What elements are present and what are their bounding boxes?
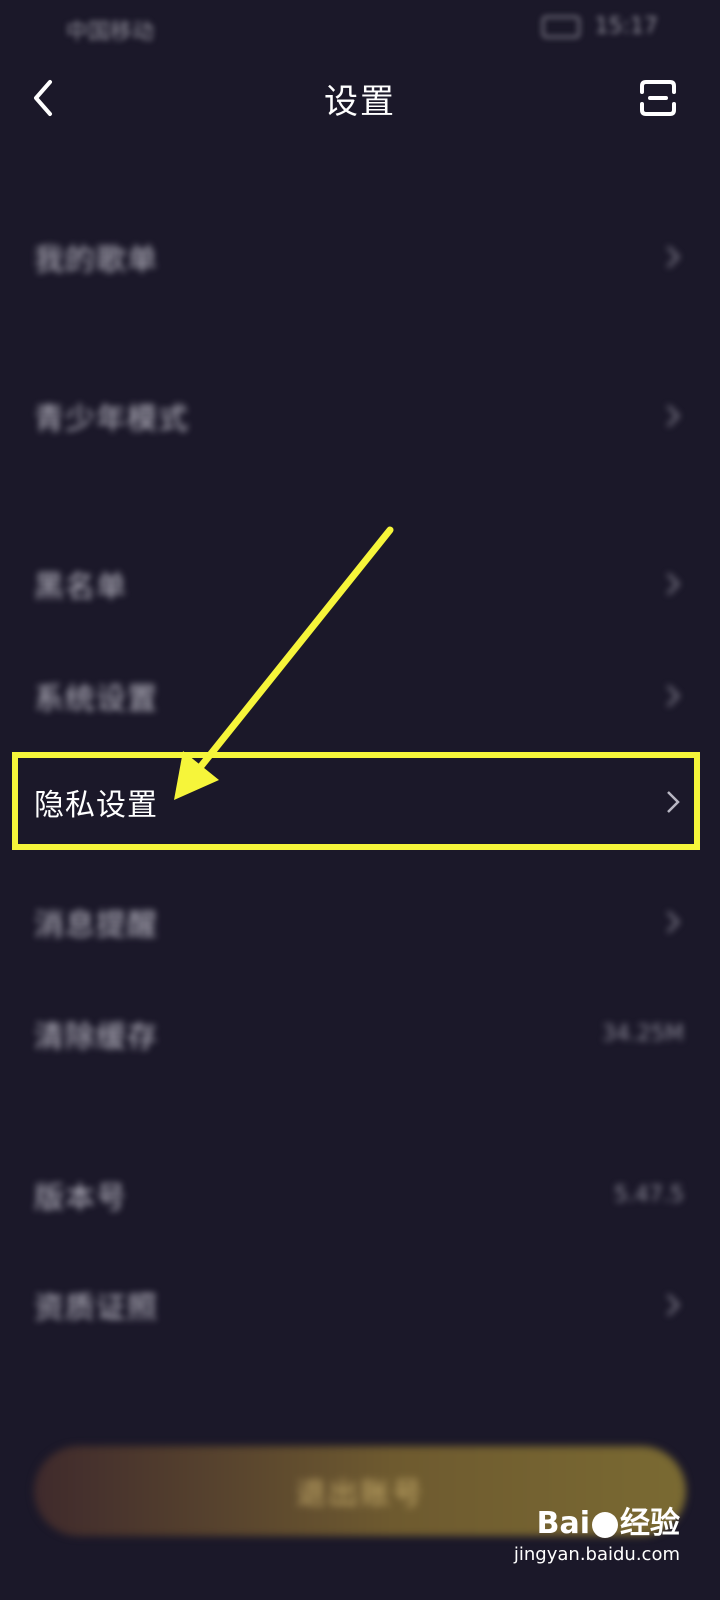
watermark-brand: Bai 经验 [537,1498,680,1542]
row-label: 青少年模式 [34,402,189,437]
row-clear-cache[interactable]: 清除缓存 34.25M [0,984,720,1084]
scan-button[interactable] [636,76,680,120]
row-label: 资质证照 [34,1291,158,1326]
chevron-right-icon [667,573,680,595]
row-system-settings[interactable]: 系统设置 [0,646,720,746]
row-label: 黑名单 [34,570,127,605]
row-message-notify[interactable]: 消息提醒 [0,872,720,972]
watermark-brand-right: 经验 [620,1506,680,1541]
row-label: 清除缓存 [34,1020,158,1055]
watermark-brand-left: Bai [536,1506,590,1541]
status-bar: 中国移动 15:17 [0,0,720,56]
status-right: 15:17 [541,14,658,39]
row-blacklist[interactable]: 黑名单 [0,534,720,634]
baidu-watermark: Bai 经验 jingyan.baidu.com [514,1498,680,1578]
row-version: 版本号 5.47.5 [0,1145,720,1245]
version-number: 5.47.5 [614,1182,684,1208]
chevron-right-icon [667,1294,680,1316]
chevron-right-icon [667,405,680,427]
row-label: 消息提醒 [34,908,158,943]
cache-size: 34.25M [602,1021,684,1047]
highlight-box [12,752,700,850]
chevron-right-icon [667,911,680,933]
baidu-paw-icon [592,1511,618,1538]
row-teen-mode[interactable]: 青少年模式 [0,366,720,466]
nav-bar: 设置 [0,56,720,140]
chevron-right-icon [667,246,680,268]
row-label: 我的歌单 [34,243,158,278]
status-time: 15:17 [594,14,658,39]
watermark-url: jingyan.baidu.com [513,1544,680,1565]
battery-icon [541,16,580,38]
carrier-label: 中国移动 [66,20,155,45]
chevron-right-icon [667,685,680,707]
row-label: 版本号 [34,1181,127,1216]
page-title: 设置 [324,82,396,122]
row-my-playlist[interactable]: 我的歌单 [0,207,720,307]
row-license[interactable]: 资质证照 [0,1255,720,1355]
row-label: 系统设置 [34,682,158,717]
scan-icon [640,80,676,116]
